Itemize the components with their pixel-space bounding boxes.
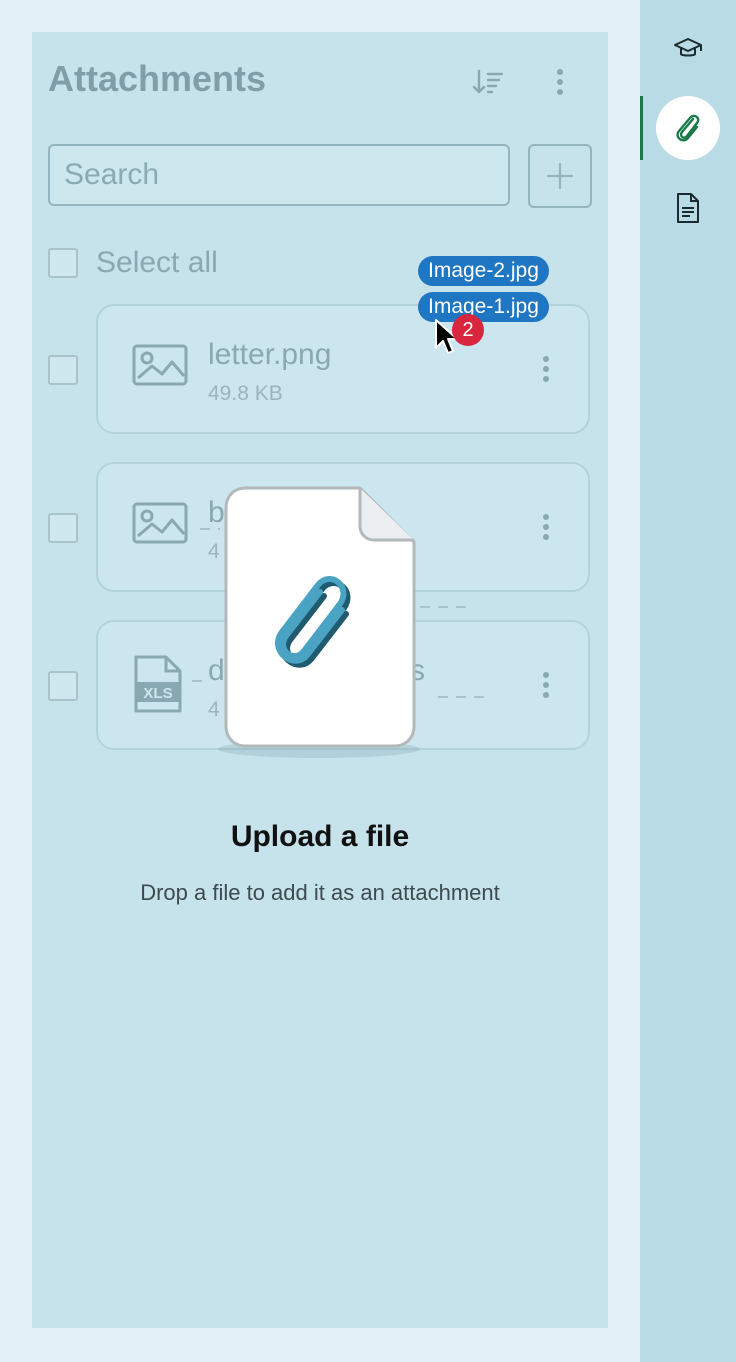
drag-ghost-line (438, 696, 484, 698)
file-size: 49.8 KB (208, 382, 283, 405)
file-size: 4 (208, 540, 220, 563)
file-menu-icon[interactable] (540, 512, 552, 542)
file-checkbox[interactable] (48, 513, 78, 543)
select-all-checkbox[interactable] (48, 248, 78, 278)
document-icon (677, 193, 699, 223)
drag-ghost-line (420, 606, 468, 608)
sort-button[interactable] (468, 62, 508, 102)
file-checkbox[interactable] (48, 671, 78, 701)
image-file-icon (132, 502, 188, 544)
drag-ghost-line (200, 528, 220, 530)
file-name: d (208, 654, 225, 687)
file-menu-icon[interactable] (540, 354, 552, 384)
file-name: b (208, 496, 225, 529)
add-attachment-button[interactable] (528, 144, 592, 208)
file-size: 4 (208, 698, 220, 721)
search-input[interactable] (48, 144, 510, 206)
plus-icon (546, 162, 574, 190)
image-file-icon (132, 344, 188, 386)
sort-icon (472, 69, 504, 94)
file-name: letter.png (208, 338, 332, 371)
paperclip-icon (676, 114, 700, 142)
svg-text:XLS: XLS (143, 685, 172, 702)
side-rail (640, 0, 736, 1362)
rail-item-attachments[interactable] (656, 96, 720, 160)
drag-chip: Image-2.jpg (418, 256, 549, 286)
drag-count-badge: 2 (452, 314, 484, 346)
rail-item-courses[interactable] (656, 16, 720, 80)
file-menu-icon[interactable] (540, 670, 552, 700)
active-indicator (640, 96, 643, 160)
upload-file-illustration (224, 486, 416, 748)
file-checkbox[interactable] (48, 355, 78, 385)
attachment-card[interactable]: letter.png 49.8 KB (96, 304, 590, 434)
panel-title: Attachments (48, 58, 267, 99)
upload-subtitle: Drop a file to add it as an attachment (140, 880, 500, 905)
panel-menu-button[interactable] (546, 62, 574, 102)
more-vertical-icon (557, 69, 563, 95)
graduation-cap-icon (674, 38, 702, 57)
upload-title: Upload a file (230, 820, 410, 853)
drag-ghost-line (192, 680, 206, 682)
rail-item-document[interactable] (656, 176, 720, 240)
xls-file-icon: XLS (134, 655, 182, 713)
select-all-label: Select all (96, 246, 218, 279)
